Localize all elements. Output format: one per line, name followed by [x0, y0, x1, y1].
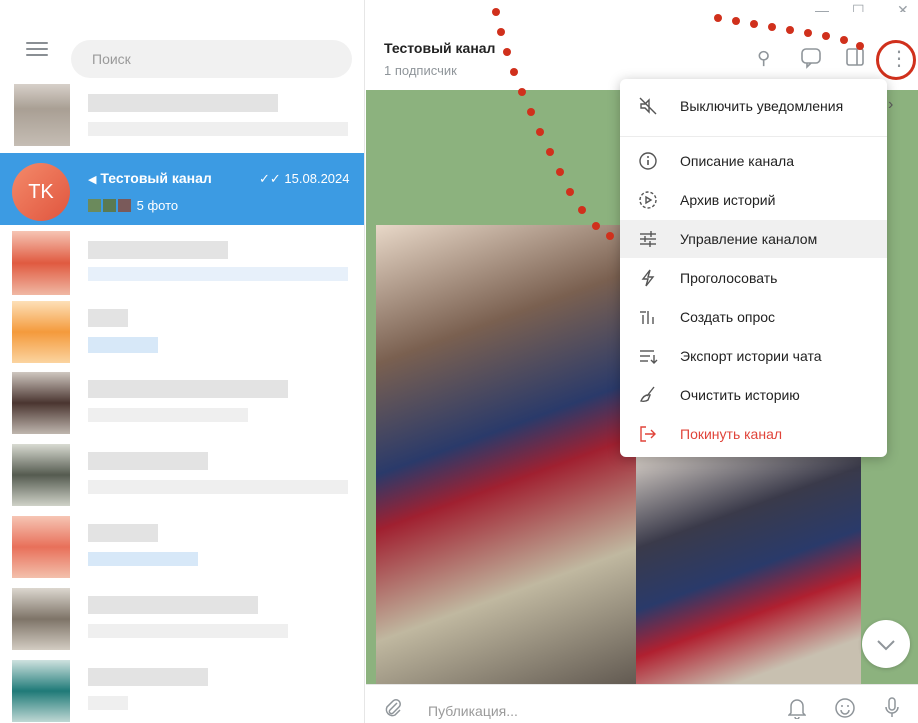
chevron-right-icon: ›: [888, 96, 894, 113]
list-item[interactable]: [0, 514, 364, 586]
composer: Публикация...: [366, 684, 918, 723]
channel-icon: ◀: [88, 174, 97, 186]
menu-item-leave-channel[interactable]: Покинуть канал: [620, 415, 887, 453]
menu-item-export-history[interactable]: Экспорт истории чата: [620, 337, 887, 375]
subscriber-count: 1 подписчик: [384, 63, 457, 78]
channel-title[interactable]: Тестовый канал: [384, 40, 495, 56]
clear-icon: [638, 385, 658, 405]
menu-item-boost[interactable]: Проголосовать: [620, 259, 887, 297]
search-placeholder: Поиск: [92, 51, 131, 67]
chat-title: ◀ Тестовый канал: [88, 170, 212, 186]
menu-item-create-poll[interactable]: Создать опрос: [620, 298, 887, 336]
list-item[interactable]: [0, 658, 364, 723]
comments-icon[interactable]: [800, 47, 822, 74]
emoji-icon[interactable]: [834, 697, 856, 723]
search-input[interactable]: Поиск: [71, 40, 352, 78]
menu-icon[interactable]: [26, 42, 48, 56]
menu-item-clear-history[interactable]: Очистить историю: [620, 376, 887, 414]
manage-icon: [638, 229, 658, 249]
poll-icon: [638, 307, 658, 327]
chat-date: ✓✓ 15.08.2024: [259, 171, 350, 186]
microphone-icon[interactable]: [884, 696, 900, 723]
scroll-down-button[interactable]: [862, 620, 910, 668]
search-icon[interactable]: ⚲: [757, 48, 770, 69]
export-icon: [638, 346, 658, 366]
photo-thumbnail: [88, 199, 101, 212]
menu-item-manage-channel[interactable]: Управление каналом: [620, 220, 887, 258]
list-item[interactable]: [0, 370, 364, 442]
leave-icon: [638, 424, 658, 444]
photo-thumbnail: [118, 199, 131, 212]
menu-divider: [620, 136, 887, 137]
mute-icon: [638, 96, 658, 116]
menu-item-channel-info[interactable]: Описание канала: [620, 142, 887, 180]
telegram-window: — ☐ ✕ Поиск TK ◀ Тестовый канал ✓✓ 15.08…: [0, 0, 918, 723]
menu-item-story-archive[interactable]: Архив историй: [620, 181, 887, 219]
sidebar-toggle-icon[interactable]: [845, 47, 865, 72]
attach-icon[interactable]: [384, 698, 402, 723]
list-item[interactable]: [0, 227, 364, 299]
info-icon: [638, 151, 658, 171]
channel-context-menu: Выключить уведомления › Описание канала …: [620, 79, 893, 457]
list-item[interactable]: [0, 586, 364, 658]
photo-thumbnail: [103, 199, 116, 212]
list-item[interactable]: [0, 299, 364, 371]
story-archive-icon: [638, 190, 658, 210]
read-checkmarks-icon: ✓✓: [259, 171, 281, 186]
notification-bell-icon[interactable]: [787, 697, 807, 723]
annotation-circle: [876, 40, 916, 80]
message-input[interactable]: Публикация...: [428, 703, 518, 719]
menu-item-mute[interactable]: Выключить уведомления ›: [620, 87, 893, 125]
list-item[interactable]: [0, 82, 364, 154]
boost-icon: [638, 268, 658, 288]
chat-preview: 5 фото: [88, 198, 178, 213]
avatar: TK: [12, 163, 70, 221]
chat-list-panel: Поиск TK ◀ Тестовый канал ✓✓ 15.08.2024 …: [0, 0, 365, 723]
list-item[interactable]: [0, 442, 364, 514]
